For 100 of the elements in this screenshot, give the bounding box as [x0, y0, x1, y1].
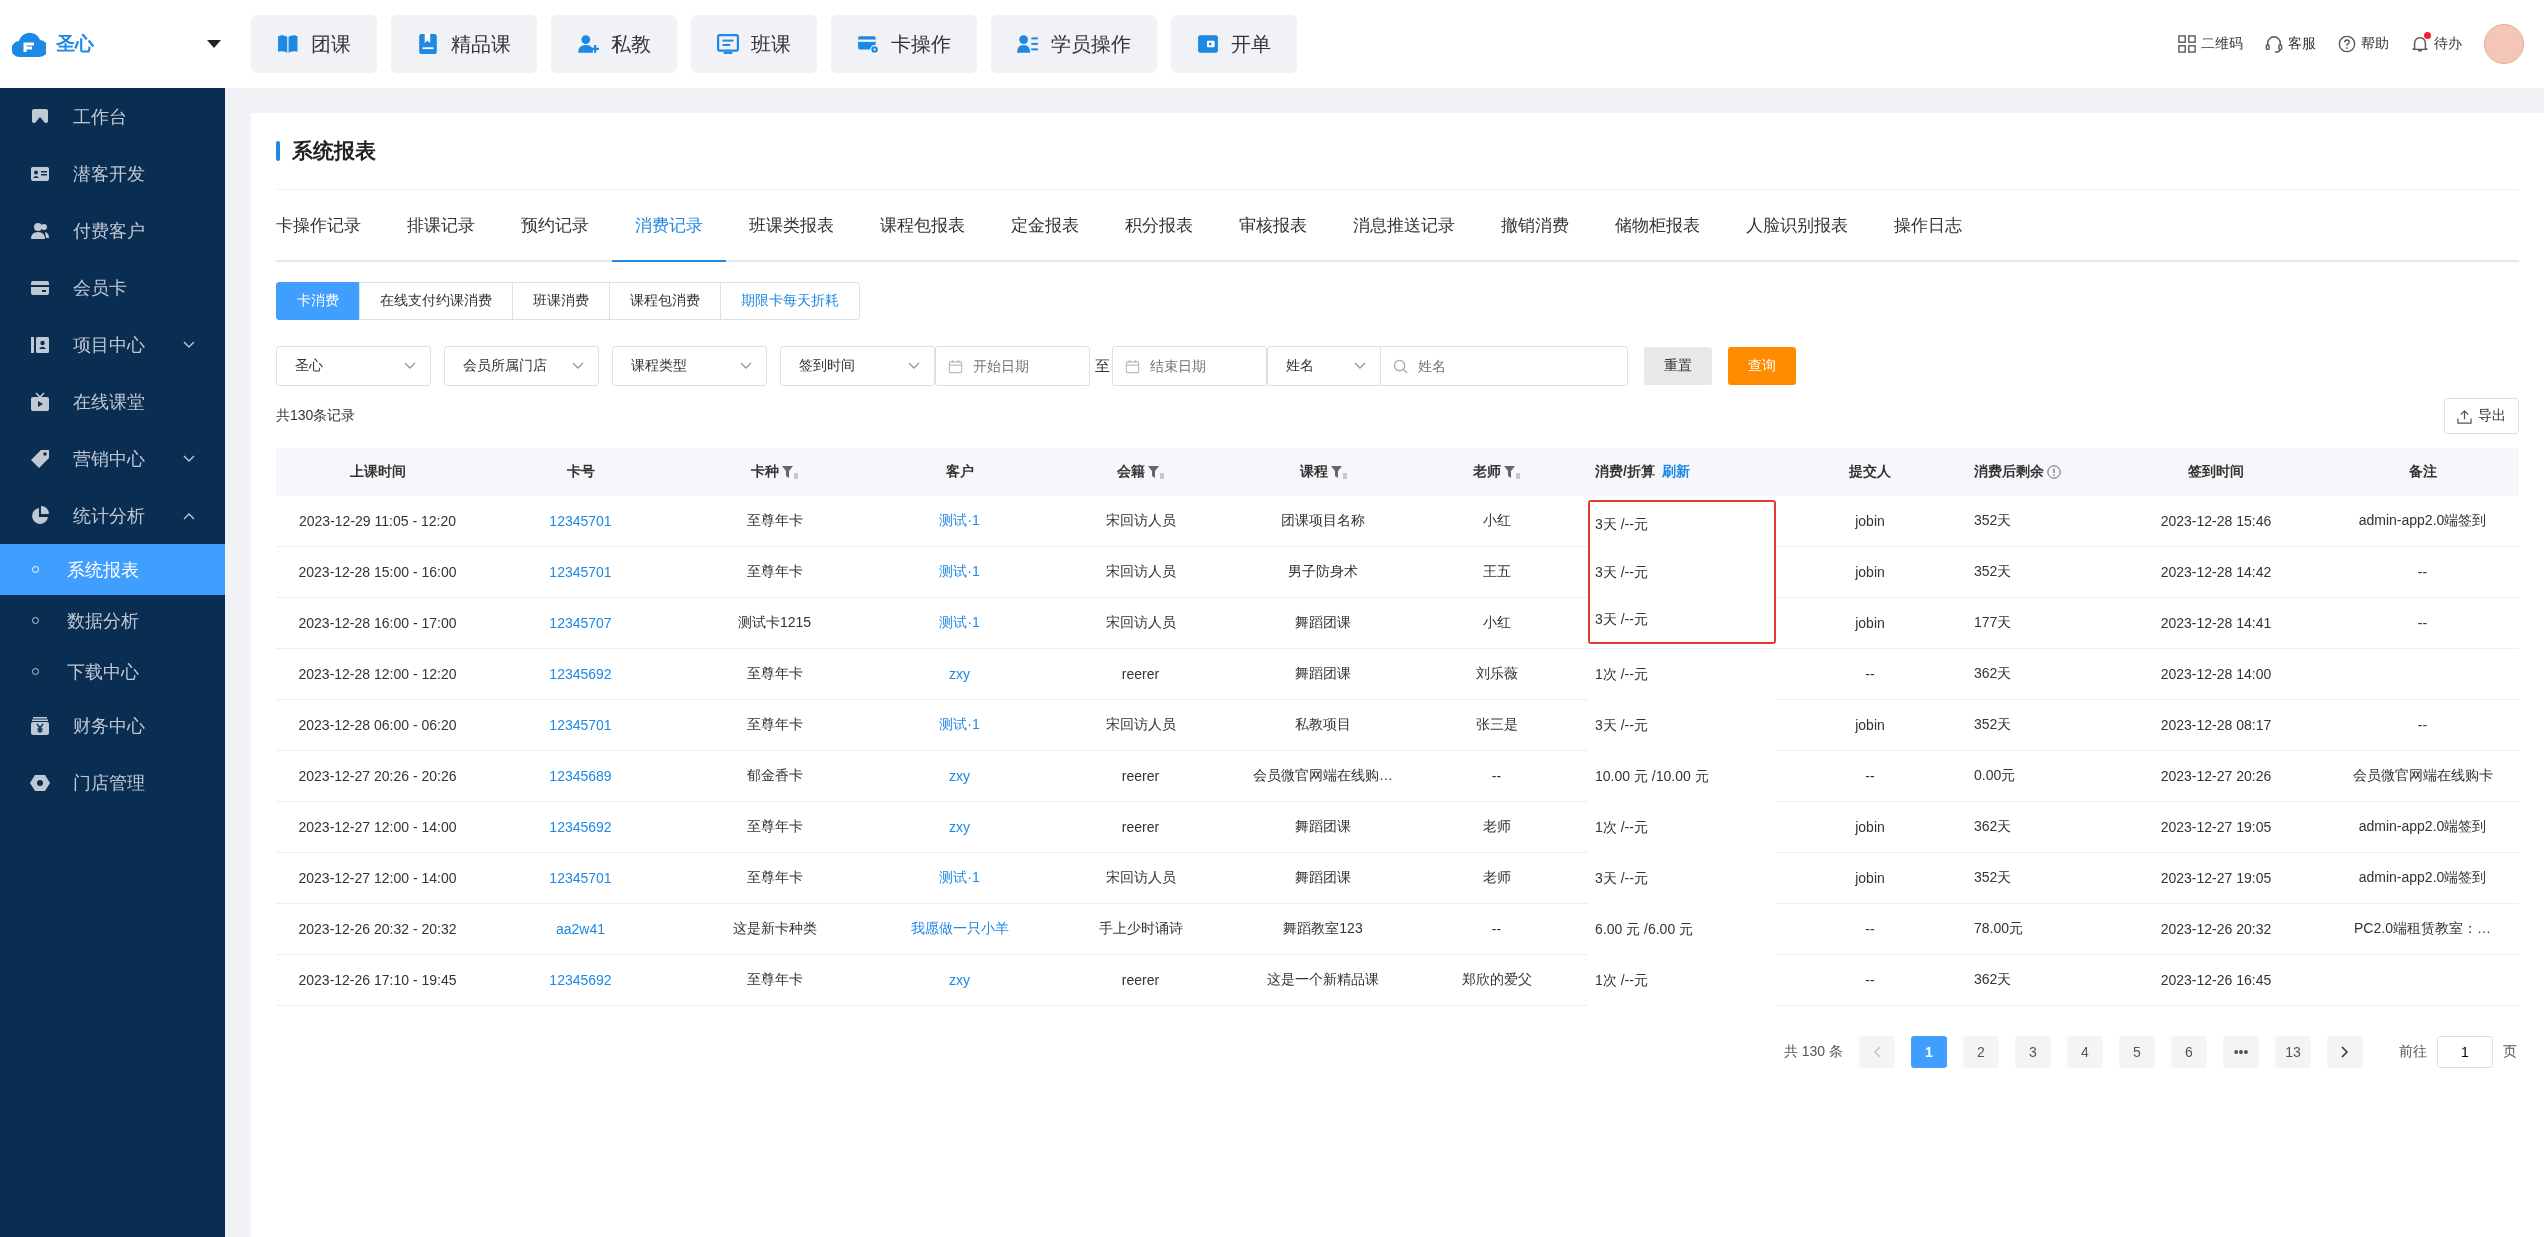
table-link[interactable]: 12345689 [549, 768, 612, 784]
table-link[interactable]: 12345707 [549, 615, 612, 631]
sidebar-item[interactable]: 在线课堂 [0, 373, 225, 430]
column-header[interactable]: 课程 [1229, 448, 1417, 496]
table-link[interactable]: 我愿做一只小羊 [910, 920, 1009, 938]
caret-icon[interactable] [207, 40, 221, 48]
nav-button[interactable]: 团课 [251, 15, 377, 73]
column-header[interactable]: 会籍 [1052, 448, 1229, 496]
table-link[interactable]: 测试·1 [939, 563, 980, 581]
tab[interactable]: 消费记录 [612, 190, 726, 262]
sidebar-item[interactable]: 门店管理 [0, 754, 225, 811]
nav-button[interactable]: 精品课 [391, 15, 537, 73]
sidebar-item[interactable]: 项目中心 [0, 316, 225, 373]
column-header[interactable]: 消费后剩余 [1964, 448, 2106, 496]
date-input[interactable]: 结束日期 [1148, 357, 1254, 375]
nav-button[interactable]: 学员操作 [991, 15, 1157, 73]
table-link[interactable]: zxy [949, 972, 970, 988]
sidebar-subitem[interactable]: 数据分析 [0, 595, 225, 646]
sidebar-item[interactable]: 统计分析 [0, 487, 225, 544]
reset-button[interactable]: 重置 [1644, 347, 1712, 385]
date-input[interactable]: 开始日期 [971, 357, 1077, 375]
sidebar-item[interactable]: 会员卡 [0, 259, 225, 316]
header-action[interactable]: 待办 [2411, 35, 2462, 53]
filter-icon[interactable] [1504, 465, 1520, 479]
page-button[interactable]: 4 [2067, 1036, 2103, 1068]
nav-button[interactable]: 开单 [1171, 15, 1297, 73]
tab[interactable]: 课程包报表 [857, 190, 988, 262]
table-link[interactable]: 测试·1 [939, 512, 980, 530]
tab[interactable]: 积分报表 [1102, 190, 1216, 262]
export-button[interactable]: 导出 [2444, 398, 2519, 434]
page-button[interactable]: 5 [2119, 1036, 2155, 1068]
select-field[interactable]: 课程类型 [612, 346, 767, 386]
sidebar-item[interactable]: 财务中心 [0, 697, 225, 754]
next-page-button[interactable] [2327, 1036, 2363, 1068]
tab[interactable]: 审核报表 [1216, 190, 1330, 262]
tab[interactable]: 预约记录 [498, 190, 612, 262]
table-link[interactable]: 测试·1 [939, 716, 980, 734]
page-button[interactable]: 13 [2275, 1036, 2311, 1068]
tab[interactable]: 储物柜报表 [1592, 190, 1723, 262]
select-field[interactable]: 圣心 [276, 346, 431, 386]
table-link[interactable]: zxy [949, 666, 970, 682]
page-input[interactable]: 1 [2437, 1036, 2493, 1068]
tab[interactable]: 卡操作记录 [276, 190, 384, 262]
table-link[interactable]: 12345701 [549, 717, 612, 733]
date-field[interactable]: 结束日期 [1112, 346, 1267, 386]
table-link[interactable]: aa2w41 [555, 921, 605, 937]
table-link[interactable]: 12345701 [549, 564, 612, 580]
nav-button[interactable]: 私教 [551, 15, 677, 73]
header-action[interactable]: 二维码 [2178, 35, 2243, 53]
segment-tab[interactable]: 期限卡每天折耗 [720, 282, 860, 320]
sidebar-item[interactable]: 付费客户 [0, 202, 225, 259]
tab[interactable]: 定金报表 [988, 190, 1102, 262]
select-field[interactable]: 姓名 [1267, 346, 1381, 386]
column-header[interactable]: 消费/折算 刷新 [1576, 448, 1776, 496]
page-button[interactable]: 2 [1963, 1036, 1999, 1068]
table-link[interactable]: 12345701 [549, 870, 612, 886]
tab[interactable]: 排课记录 [384, 190, 498, 262]
search-field[interactable]: 姓名 [1380, 346, 1628, 386]
tab[interactable]: 操作日志 [1871, 190, 1985, 262]
search-input[interactable]: 姓名 [1416, 357, 1615, 375]
table-link[interactable]: 测试·1 [939, 614, 980, 632]
header-action[interactable]: 帮助 [2338, 35, 2389, 53]
select-field[interactable]: 会员所属门店 [444, 346, 599, 386]
filter-icon[interactable] [1148, 465, 1164, 479]
brand-name[interactable]: 圣心 [56, 31, 197, 57]
tab[interactable]: 消息推送记录 [1330, 190, 1478, 262]
nav-button[interactable]: 班课 [691, 15, 817, 73]
table-link[interactable]: 12345692 [549, 972, 612, 988]
column-header[interactable]: 备注 [2326, 448, 2519, 496]
segment-tab[interactable]: 课程包消费 [609, 282, 721, 320]
page-button[interactable]: ••• [2223, 1036, 2259, 1068]
table-link[interactable]: zxy [949, 768, 970, 784]
column-header[interactable]: 卡种 [682, 448, 867, 496]
select-field[interactable]: 签到时间 [780, 346, 935, 386]
info-icon[interactable] [2047, 465, 2061, 479]
filter-icon[interactable] [782, 465, 798, 479]
sidebar-subitem[interactable]: 下载中心 [0, 646, 225, 697]
filter-icon[interactable] [1330, 465, 1347, 479]
column-header[interactable]: 客户 [867, 448, 1052, 496]
table-link[interactable]: 测试·1 [939, 869, 980, 887]
column-header[interactable]: 提交人 [1776, 448, 1964, 496]
nav-button[interactable]: 卡操作 [831, 15, 977, 73]
header-action[interactable]: 客服 [2265, 35, 2316, 53]
table-link[interactable]: 12345701 [549, 513, 612, 529]
sidebar-item[interactable]: 潜客开发 [0, 145, 225, 202]
table-link[interactable]: 12345692 [549, 819, 612, 835]
table-link[interactable]: zxy [949, 819, 970, 835]
table-link[interactable]: 12345692 [549, 666, 612, 682]
column-header[interactable]: 签到时间 [2106, 448, 2326, 496]
tab[interactable]: 人脸识别报表 [1723, 190, 1871, 262]
column-header[interactable]: 上课时间 [276, 448, 479, 496]
sidebar-item[interactable]: 工作台 [0, 88, 225, 145]
tab[interactable]: 撤销消费 [1478, 190, 1592, 262]
page-button[interactable]: 6 [2171, 1036, 2207, 1068]
sidebar-item[interactable]: 营销中心 [0, 430, 225, 487]
column-header[interactable]: 老师 [1417, 448, 1576, 496]
tab[interactable]: 班课类报表 [726, 190, 857, 262]
page-button[interactable]: 3 [2015, 1036, 2051, 1068]
column-header[interactable]: 卡号 [479, 448, 682, 496]
date-field[interactable]: 开始日期 [935, 346, 1090, 386]
